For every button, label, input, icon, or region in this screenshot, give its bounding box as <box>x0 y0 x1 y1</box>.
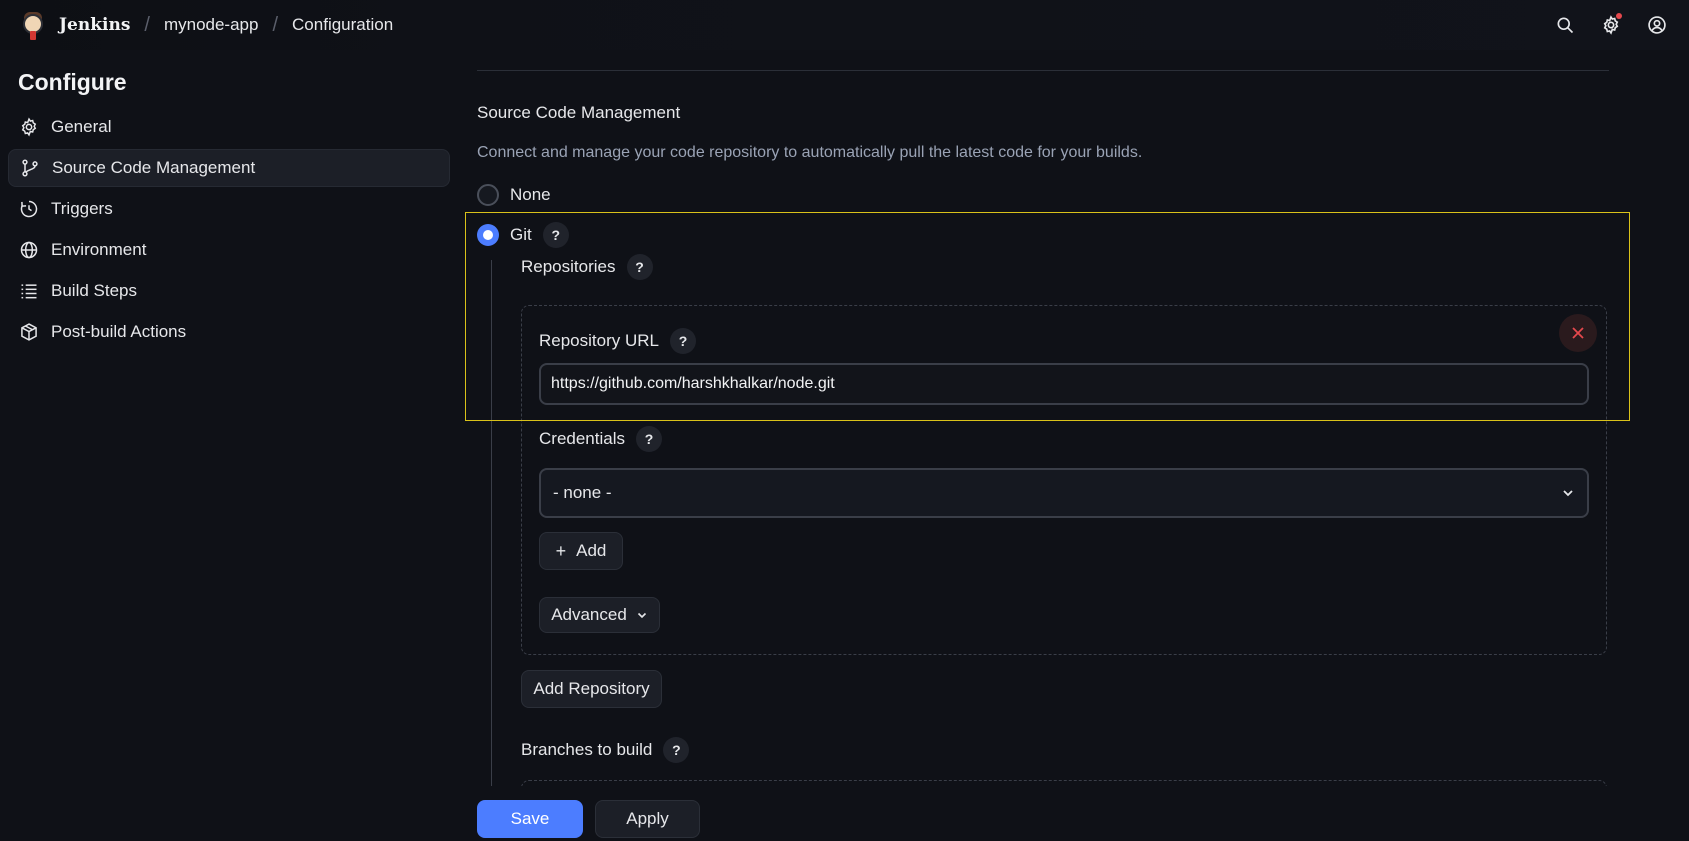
breadcrumb-job[interactable]: mynode-app <box>164 15 259 35</box>
add-repository-label: Add Repository <box>533 679 650 698</box>
section-title: Source Code Management <box>477 103 681 122</box>
credentials-selected-value: - none - <box>553 483 612 502</box>
scm-option-git[interactable]: Git ? <box>477 222 569 248</box>
section-description: Connect and manage your code repository … <box>477 144 1143 161</box>
top-header: Jenkins / mynode-app / Configuration <box>0 0 1689 50</box>
breadcrumb-separator: / <box>144 13 150 36</box>
chevron-down-icon <box>1563 490 1573 497</box>
repositories-help-icon[interactable]: ? <box>626 254 653 280</box>
header-actions <box>1531 13 1669 37</box>
globe-icon <box>18 239 40 261</box>
package-icon <box>18 321 40 343</box>
repository-url-help-icon[interactable]: ? <box>670 328 696 354</box>
breadcrumb-separator: / <box>272 13 279 36</box>
search-icon[interactable] <box>1553 13 1577 37</box>
sidebar-item-label: Environment <box>51 240 147 259</box>
breadcrumb-configuration[interactable]: Configuration <box>292 15 393 35</box>
radio-label-git: Git <box>510 225 532 244</box>
credentials-select[interactable]: - none - <box>539 468 1589 518</box>
radio-none[interactable] <box>477 184 499 206</box>
advanced-label: Advanced <box>551 605 627 624</box>
sidebar-item-environment[interactable]: Environment <box>8 231 450 269</box>
sidebar: Configure General Source Code Management… <box>0 52 450 354</box>
list-icon <box>18 280 40 302</box>
repository-url-input[interactable]: https://github.com/harshkhalkar/node.git <box>539 363 1589 405</box>
clock-icon <box>18 198 40 220</box>
form-action-bar: Save Apply <box>465 786 1630 841</box>
sidebar-item-post-build-actions[interactable]: Post-build Actions <box>8 313 450 351</box>
repository-url-label-row: Repository URL ? <box>539 328 696 354</box>
sidebar-item-triggers[interactable]: Triggers <box>8 190 450 228</box>
radio-git[interactable] <box>477 224 499 246</box>
sidebar-item-label: Build Steps <box>51 281 137 300</box>
add-repository-button[interactable]: Add Repository <box>521 670 662 708</box>
credentials-help-icon[interactable]: ? <box>636 426 662 452</box>
close-icon <box>1572 327 1584 339</box>
chevron-down-icon <box>637 612 646 619</box>
user-icon[interactable] <box>1645 13 1669 37</box>
add-credentials-label: Add <box>576 541 607 560</box>
brand-name: Jenkins <box>59 15 131 35</box>
scm-option-none[interactable]: None <box>477 184 551 206</box>
sidebar-item-label: General <box>51 117 112 136</box>
branches-help-icon[interactable]: ? <box>663 737 690 763</box>
git-section-guide <box>491 260 492 840</box>
gear-icon <box>18 116 40 138</box>
radio-label-none: None <box>510 185 551 204</box>
credentials-label-row: Credentials ? <box>539 426 662 452</box>
delete-repository-button[interactable] <box>1559 314 1597 352</box>
apply-button[interactable]: Apply <box>595 800 700 838</box>
advanced-button[interactable]: Advanced <box>539 597 660 633</box>
repositories-label: Repositories <box>521 257 616 276</box>
credentials-label: Credentials <box>539 429 625 448</box>
add-credentials-button[interactable]: + Add <box>539 532 623 570</box>
sidebar-item-label: Post-build Actions <box>51 322 187 341</box>
git-branch-icon <box>19 157 41 179</box>
git-help-icon[interactable]: ? <box>542 222 569 248</box>
branches-label-row: Branches to build ? <box>521 737 690 763</box>
sidebar-item-source-code-management[interactable]: Source Code Management <box>8 149 450 187</box>
repositories-label-row: Repositories ? <box>521 254 653 280</box>
jenkins-home-link[interactable]: Jenkins <box>20 10 130 40</box>
plus-icon: + <box>555 540 567 561</box>
sidebar-title: Configure <box>18 69 127 95</box>
sidebar-item-label: Triggers <box>51 199 113 218</box>
sidebar-item-label: Source Code Management <box>52 158 256 177</box>
jenkins-logo <box>20 10 46 40</box>
repository-url-label: Repository URL <box>539 331 659 350</box>
save-button[interactable]: Save <box>477 800 583 838</box>
gear-icon[interactable] <box>1599 13 1623 37</box>
branches-label: Branches to build <box>521 740 653 759</box>
notification-dot <box>1616 13 1622 19</box>
section-divider <box>477 70 1609 71</box>
sidebar-item-build-steps[interactable]: Build Steps <box>8 272 450 310</box>
sidebar-item-general[interactable]: General <box>8 108 450 146</box>
